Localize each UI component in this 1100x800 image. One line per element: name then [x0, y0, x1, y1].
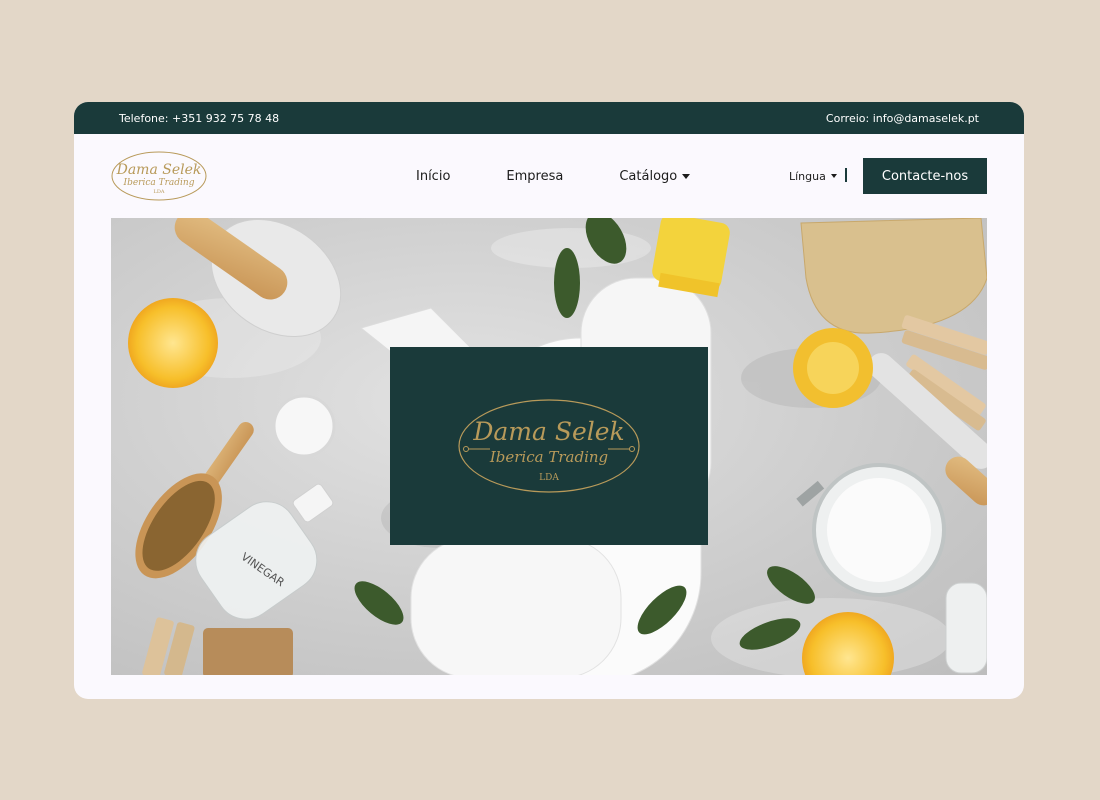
hero-logo-name: Dama Selek	[472, 417, 624, 446]
powder-dish-decor	[272, 394, 336, 458]
hero-logo-suffix: LDA	[539, 473, 559, 483]
caret-down-icon	[830, 174, 837, 178]
nav-item-label: Empresa	[506, 168, 564, 184]
header-logo-suffix: LDA	[154, 189, 165, 195]
top-info-bar: Telefone: +351 932 75 78 48 Correio: inf…	[74, 102, 1024, 134]
hero-logo-card: Dama Selek Iberica Trading LDA	[390, 347, 708, 545]
nav-item-label: Início	[416, 168, 451, 184]
lemon-decor	[128, 298, 218, 388]
sponge-decor	[800, 218, 987, 334]
header-logo-tagline: Iberica Trading	[123, 178, 195, 188]
nav-item-catalogo[interactable]: Catálogo	[619, 168, 691, 184]
header-logo-name: Dama Selek	[116, 162, 202, 178]
hero-image: VINEGAR Dama Selek Iberica Trading LDA	[111, 218, 987, 675]
email-text[interactable]: Correio: info@damaselek.pt	[826, 112, 979, 125]
language-label: Língua	[789, 169, 826, 183]
nav-divider	[845, 168, 847, 182]
clothespin-decor	[142, 617, 293, 675]
language-dropdown[interactable]: Língua	[789, 134, 837, 218]
contact-button[interactable]: Contacte-nos	[863, 158, 987, 194]
hero-logo-tagline: Iberica Trading	[489, 448, 608, 466]
nav-item-empresa[interactable]: Empresa	[506, 169, 563, 184]
nav-item-inicio[interactable]: Início	[416, 169, 450, 184]
header-logo[interactable]: Dama Selek Iberica Trading LDA	[110, 150, 208, 202]
nav-item-label: Catálogo	[619, 168, 678, 184]
nav-menu: Início Empresa Catálogo	[416, 134, 691, 218]
phone-text[interactable]: Telefone: +351 932 75 78 48	[119, 112, 279, 125]
main-navigation: Dama Selek Iberica Trading LDA Início Em…	[74, 134, 1024, 218]
caret-down-icon	[682, 173, 691, 179]
website-frame: Telefone: +351 932 75 78 48 Correio: inf…	[74, 102, 1024, 699]
